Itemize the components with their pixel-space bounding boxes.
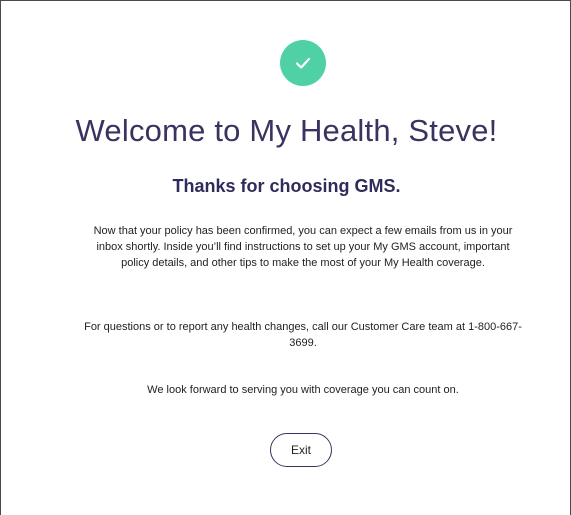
customer-care-text: For questions or to report any health ch… <box>84 321 522 349</box>
exit-button[interactable]: Exit <box>270 433 332 467</box>
checkmark-glyph <box>295 57 311 69</box>
checkmark-icon <box>280 40 326 86</box>
closing-text: We look forward to serving you with cove… <box>147 384 459 396</box>
thanks-subtitle: Thanks for choosing GMS. <box>172 176 401 196</box>
policy-confirmation-text: Now that your policy has been confirmed,… <box>93 225 513 269</box>
welcome-title: Welcome to My Health, Steve! <box>75 113 498 148</box>
confirmation-panel: Welcome to My Health, Steve! Thanks for … <box>0 0 571 515</box>
